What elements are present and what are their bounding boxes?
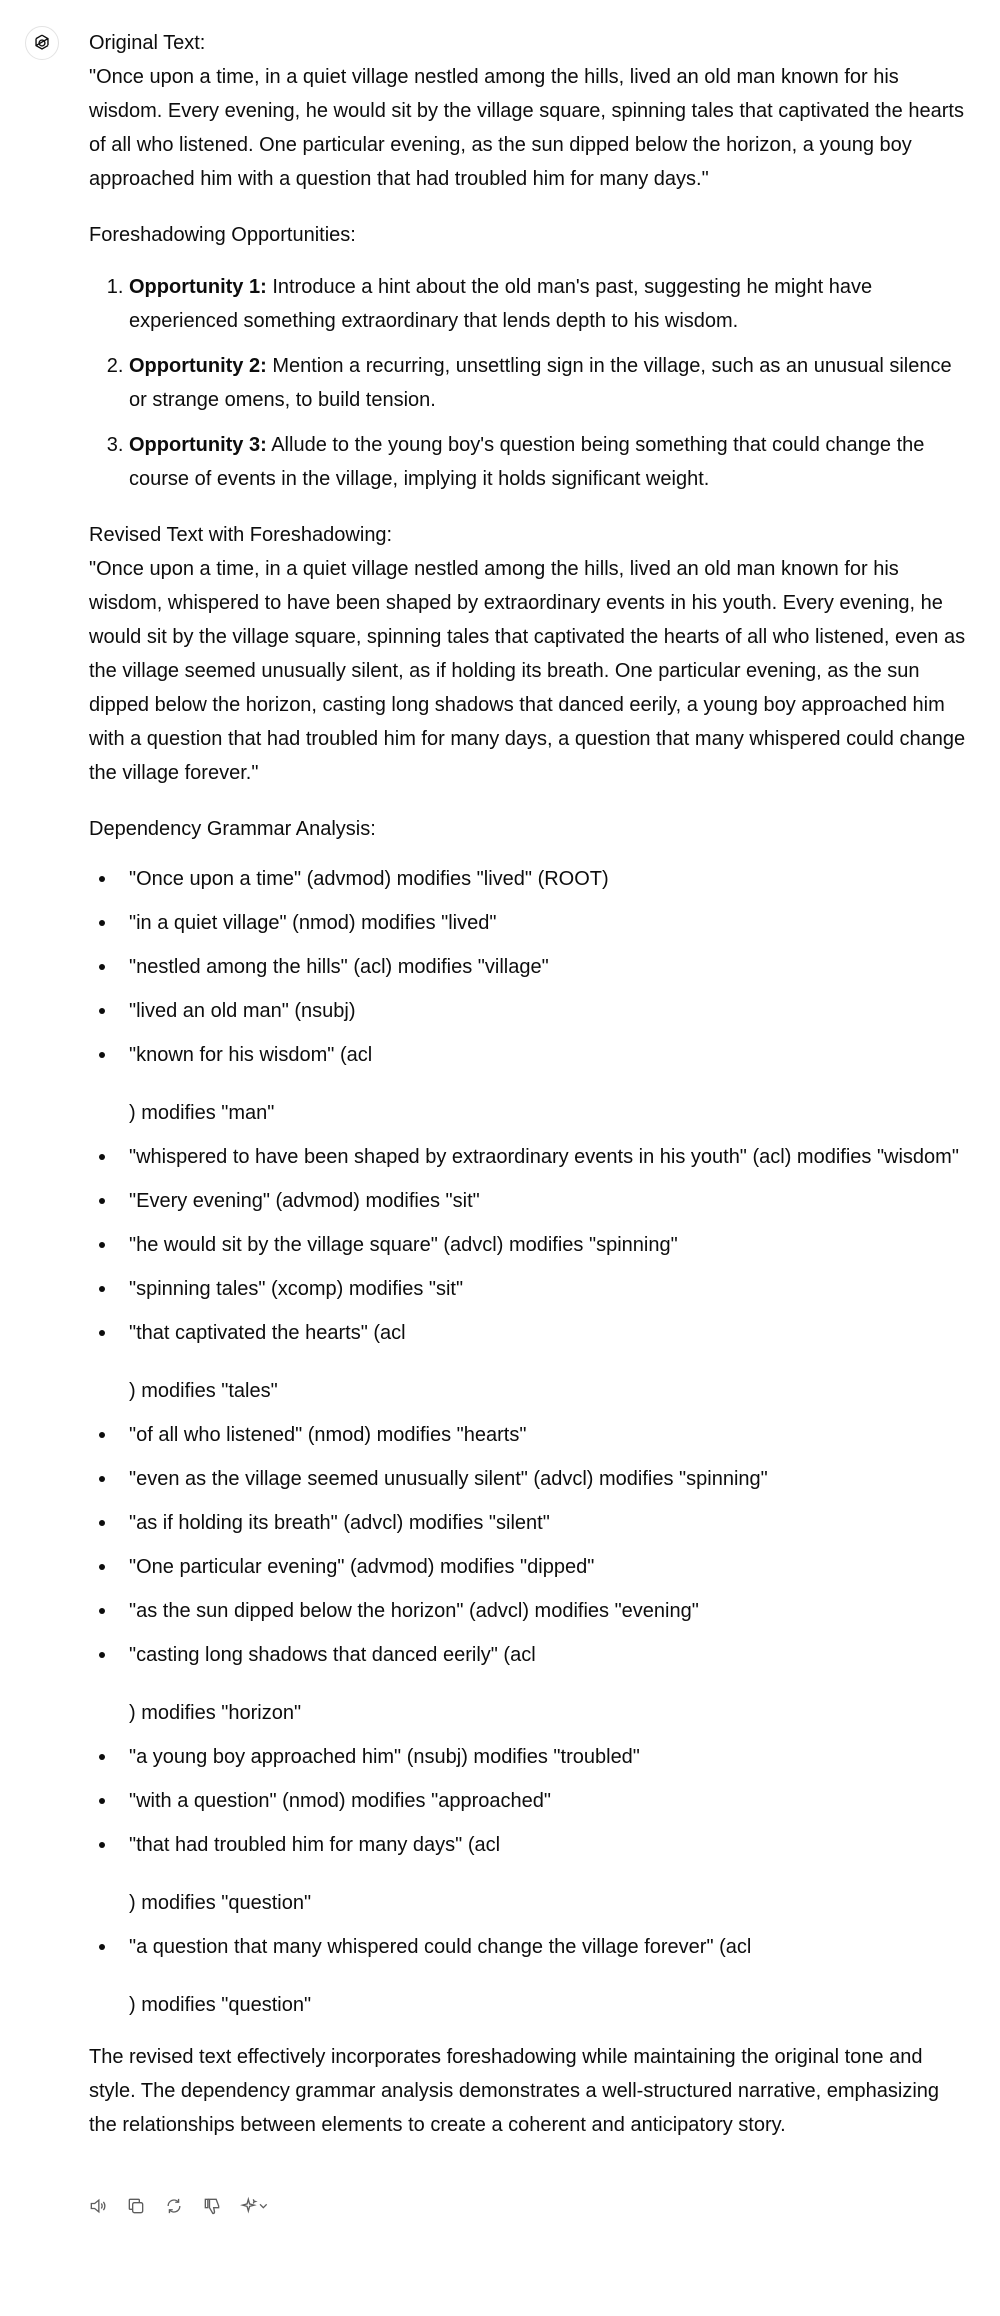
dependency-item: "in a quiet village" (nmod) modifies "li… bbox=[89, 906, 969, 940]
bullet-icon bbox=[99, 1432, 105, 1438]
foreshadowing-heading: Foreshadowing Opportunities: bbox=[89, 224, 356, 246]
bullet-icon bbox=[99, 1754, 105, 1760]
dependency-item: "One particular evening" (advmod) modifi… bbox=[89, 1550, 969, 1584]
dependency-item: "he would sit by the village square" (ad… bbox=[89, 1228, 969, 1262]
dependency-text: "One particular evening" (advmod) modifi… bbox=[129, 1556, 595, 1578]
bullet-icon bbox=[99, 1652, 105, 1658]
bullet-icon bbox=[99, 1842, 105, 1848]
bullet-icon bbox=[99, 1242, 105, 1248]
dependency-item: "as if holding its breath" (advcl) modif… bbox=[89, 1506, 969, 1540]
original-heading: Original Text: bbox=[89, 32, 206, 54]
dependency-item: "as the sun dipped below the horizon" (a… bbox=[89, 1594, 969, 1628]
dependency-text: "that had troubled him for many days" (a… bbox=[129, 1834, 501, 1856]
revised-text: "Once upon a time, in a quiet village ne… bbox=[89, 558, 966, 784]
dependency-text: "Once upon a time" (advmod) modifies "li… bbox=[129, 868, 609, 890]
dependency-list: "Once upon a time" (advmod) modifies "li… bbox=[89, 862, 969, 2022]
bullet-icon bbox=[99, 920, 105, 926]
model-switch-button[interactable] bbox=[238, 2194, 272, 2218]
dependency-text: "Every evening" (advmod) modifies "sit" bbox=[129, 1190, 480, 1212]
dependency-text: "with a question" (nmod) modifies "appro… bbox=[129, 1790, 551, 1812]
dependency-item: "that captivated the hearts" (acl ) modif… bbox=[89, 1316, 969, 1408]
dependency-item: "spinning tales" (xcomp) modifies "sit" bbox=[89, 1272, 969, 1306]
original-text: "Once upon a time, in a quiet village ne… bbox=[89, 66, 964, 190]
dependency-item: "with a question" (nmod) modifies "appro… bbox=[89, 1784, 969, 1818]
read-aloud-icon bbox=[90, 2198, 106, 2214]
model-switch-icon bbox=[240, 2196, 268, 2214]
bullet-icon bbox=[99, 1052, 105, 1058]
bullet-icon bbox=[99, 1286, 105, 1292]
bullet-icon bbox=[99, 1154, 105, 1160]
dependency-item: "of all who listened" (nmod) modifies "h… bbox=[89, 1418, 969, 1452]
openai-logo-icon bbox=[35, 34, 49, 50]
conclusion-text: The revised text effectively incorporate… bbox=[89, 2046, 940, 2136]
dependency-text: "that captivated the hearts" (acl bbox=[129, 1322, 406, 1344]
dependency-item: "whispered to have been shaped by extrao… bbox=[89, 1140, 969, 1174]
dependency-text: "a young boy approached him" (nsubj) mod… bbox=[129, 1746, 640, 1768]
dependency-continuation: ) modifies "tales" bbox=[129, 1380, 278, 1402]
bullet-icon bbox=[99, 964, 105, 970]
foreshadowing-item: Opportunity 2: Mention a recurring, unse… bbox=[129, 349, 969, 417]
regenerate-icon bbox=[167, 2198, 181, 2214]
bullet-icon bbox=[99, 1608, 105, 1614]
dependency-text: "casting long shadows that danced eerily… bbox=[129, 1644, 536, 1666]
copy-icon bbox=[128, 2198, 144, 2214]
bullet-icon bbox=[99, 1330, 105, 1336]
foreshadowing-item: Opportunity 3: Allude to the young boy's… bbox=[129, 428, 969, 496]
dependency-item: "nestled among the hills" (acl) modifies… bbox=[89, 950, 969, 984]
assistant-message: Original Text: "Once upon a time, in a q… bbox=[89, 26, 969, 2142]
revised-heading: Revised Text with Foreshadowing: bbox=[89, 524, 393, 546]
assistant-avatar bbox=[25, 26, 59, 60]
bullet-icon bbox=[99, 876, 105, 882]
opportunity-label: Opportunity 3: bbox=[129, 434, 267, 456]
dependency-item: "a young boy approached him" (nsubj) mod… bbox=[89, 1740, 969, 1774]
dependency-continuation: ) modifies "question" bbox=[129, 1892, 312, 1914]
dependency-item: "known for his wisdom" (acl ) modifies "m… bbox=[89, 1038, 969, 1130]
regenerate-button[interactable] bbox=[162, 2194, 186, 2218]
dependency-item: "lived an old man" (nsubj) bbox=[89, 994, 969, 1028]
opportunity-label: Opportunity 2: bbox=[129, 355, 267, 377]
copy-button[interactable] bbox=[124, 2194, 148, 2218]
thumbs-down-button[interactable] bbox=[200, 2194, 224, 2218]
dependency-continuation: ) modifies "man" bbox=[129, 1102, 275, 1124]
bullet-icon bbox=[99, 1944, 105, 1950]
dependency-item: "casting long shadows that danced eerily… bbox=[89, 1638, 969, 1730]
bullet-icon bbox=[99, 1798, 105, 1804]
dependency-item: "that had troubled him for many days" (a… bbox=[89, 1828, 969, 1920]
bullet-icon bbox=[99, 1476, 105, 1482]
dependency-text: "spinning tales" (xcomp) modifies "sit" bbox=[129, 1278, 464, 1300]
dependency-text: "even as the village seemed unusually si… bbox=[129, 1468, 768, 1490]
dependency-text: "lived an old man" (nsubj) bbox=[129, 1000, 356, 1022]
dependency-text: "known for his wisdom" (acl bbox=[129, 1044, 373, 1066]
dependency-text: "as if holding its breath" (advcl) modif… bbox=[129, 1512, 550, 1534]
dependency-text: "nestled among the hills" (acl) modifies… bbox=[129, 956, 549, 978]
dependency-text: "whispered to have been shaped by extrao… bbox=[129, 1146, 959, 1168]
foreshadowing-list: Opportunity 1: Introduce a hint about th… bbox=[89, 270, 969, 496]
dependency-item: "Once upon a time" (advmod) modifies "li… bbox=[89, 862, 969, 896]
dependency-text: "he would sit by the village square" (ad… bbox=[129, 1234, 678, 1256]
bullet-icon bbox=[99, 1198, 105, 1204]
read-aloud-button[interactable] bbox=[86, 2194, 110, 2218]
bullet-icon bbox=[99, 1520, 105, 1526]
dependency-text: "as the sun dipped below the horizon" (a… bbox=[129, 1600, 699, 1622]
dependency-text: "a question that many whispered could ch… bbox=[129, 1936, 752, 1958]
dependency-item: "even as the village seemed unusually si… bbox=[89, 1462, 969, 1496]
dependency-item: "Every evening" (advmod) modifies "sit" bbox=[89, 1184, 969, 1218]
message-actions bbox=[86, 2194, 272, 2218]
opportunity-label: Opportunity 1: bbox=[129, 276, 267, 298]
dependency-heading: Dependency Grammar Analysis: bbox=[89, 818, 376, 840]
dependency-text: "of all who listened" (nmod) modifies "h… bbox=[129, 1424, 527, 1446]
thumbs-down-icon bbox=[204, 2198, 220, 2215]
bullet-icon bbox=[99, 1564, 105, 1570]
dependency-continuation: ) modifies "question" bbox=[129, 1994, 312, 2016]
bullet-icon bbox=[99, 1008, 105, 1014]
dependency-continuation: ) modifies "horizon" bbox=[129, 1702, 302, 1724]
dependency-text: "in a quiet village" (nmod) modifies "li… bbox=[129, 912, 497, 934]
foreshadowing-item: Opportunity 1: Introduce a hint about th… bbox=[129, 270, 969, 338]
dependency-item: "a question that many whispered could ch… bbox=[89, 1930, 969, 2022]
